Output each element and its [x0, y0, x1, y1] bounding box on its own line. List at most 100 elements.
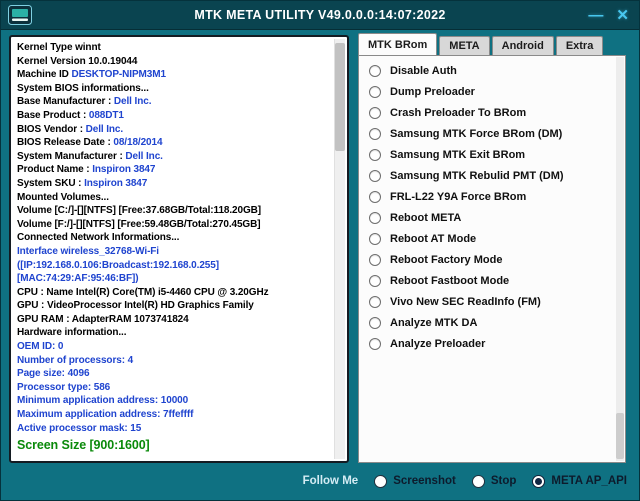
window-controls: — ✕ — [588, 1, 629, 29]
info-line: Base Product : 088DT1 — [17, 109, 124, 121]
option-reboot-factory-mode[interactable]: Reboot Factory Mode — [359, 249, 625, 270]
info-line: Machine ID DESKTOP-NIPM3M1 — [17, 69, 166, 81]
option-analyze-mtk-da[interactable]: Analyze MTK DA — [359, 312, 625, 333]
option-label: Reboot Factory Mode — [390, 253, 503, 266]
option-label: Reboot META — [390, 211, 462, 224]
radio-icon[interactable] — [374, 474, 388, 488]
options-scrollbar-thumb[interactable] — [616, 413, 624, 459]
system-info-panel: Kernel Type winnt Kernel Version 10.0.190… — [9, 35, 349, 463]
info-line: Page size: 4096 — [17, 368, 90, 380]
radio-icon[interactable] — [369, 148, 381, 161]
footer-radio-label: META AP_API — [551, 475, 627, 487]
radio-icon[interactable] — [369, 337, 381, 350]
footer-radio-label: Stop — [490, 475, 517, 487]
radio-icon[interactable] — [369, 316, 381, 329]
tab-strip: MTK BRom META Android Extra — [358, 33, 604, 55]
option-label: Analyze MTK DA — [390, 316, 478, 329]
info-line: Kernel Type winnt — [17, 42, 101, 53]
option-crash-preloader-to-brom[interactable]: Crash Preloader To BRom — [359, 102, 625, 123]
info-line: Number of processors: 4 — [17, 354, 134, 366]
option-label: Vivo New SEC ReadInfo (FM) — [390, 295, 541, 308]
info-line: OEM ID: 0 — [17, 341, 64, 353]
option-reboot-fastboot-mode[interactable]: Reboot Fastboot Mode — [359, 270, 625, 291]
info-line: BIOS Vendor : Dell Inc. — [17, 123, 124, 135]
footer-radio-stop[interactable]: Stop — [471, 474, 517, 488]
tab-extra[interactable]: Extra — [555, 36, 604, 55]
radio-icon[interactable] — [369, 64, 381, 77]
option-analyze-preloader[interactable]: Analyze Preloader — [359, 333, 625, 354]
tab-android[interactable]: Android — [491, 36, 554, 55]
info-line: Active processor mask: 15 — [17, 422, 142, 434]
radio-icon[interactable] — [369, 211, 381, 224]
info-line: System BIOS informations... — [17, 82, 149, 94]
radio-icon[interactable] — [369, 169, 381, 182]
info-line: Product Name : Inspiron 3847 — [17, 164, 156, 176]
option-label: Samsung MTK Exit BRom — [390, 148, 526, 161]
option-disable-auth[interactable]: Disable Auth — [359, 60, 625, 81]
info-line: Mounted Volumes... — [17, 191, 109, 203]
radio-icon[interactable] — [369, 85, 381, 98]
option-label: Reboot Fastboot Mode — [390, 274, 510, 287]
footer-radio-label: Screenshot — [393, 475, 456, 487]
option-label: Samsung MTK Force BRom (DM) — [390, 127, 563, 140]
option-label: Samsung MTK Rebulid PMT (DM) — [390, 169, 564, 182]
close-button[interactable]: ✕ — [616, 8, 629, 23]
option-label: Reboot AT Mode — [390, 232, 477, 245]
info-line: Maximum application address: 7ffeffff — [17, 409, 194, 421]
info-line: Hardware information... — [17, 327, 127, 339]
option-label: FRL-L22 Y9A Force BRom — [390, 190, 527, 203]
option-reboot-at-mode[interactable]: Reboot AT Mode — [359, 228, 625, 249]
option-samsung-mtk-exit-brom[interactable]: Samsung MTK Exit BRom — [359, 144, 625, 165]
info-line: Base Manufacturer : Dell Inc. — [17, 96, 152, 108]
info-scrollbar[interactable] — [334, 39, 345, 459]
title-bar: MTK META UTILITY V49.0.0.0:14:07:2022 — … — [1, 1, 639, 30]
info-line: Volume [F:/]-[][NTFS] [Free:59.48GB/Tota… — [17, 218, 261, 230]
info-line: GPU RAM : AdapterRAM 1073741824 — [17, 313, 189, 325]
option-reboot-meta[interactable]: Reboot META — [359, 207, 625, 228]
info-line: Kernel Version 10.0.19044 — [17, 55, 138, 67]
options-scrollbar[interactable] — [616, 57, 624, 461]
options-list: Disable Auth Dump Preloader Crash Preloade… — [359, 56, 625, 354]
info-line: Minimum application address: 10000 — [17, 395, 189, 407]
radio-icon[interactable] — [471, 474, 485, 488]
option-samsung-mtk-force-brom-dm-[interactable]: Samsung MTK Force BRom (DM) — [359, 123, 625, 144]
info-line: Interface wireless_32768-Wi-Fi ([IP:192.… — [17, 245, 219, 285]
option-dump-preloader[interactable]: Dump Preloader — [359, 81, 625, 102]
app-window: MTK META UTILITY V49.0.0.0:14:07:2022 — … — [0, 0, 640, 501]
tab-mtk-brom[interactable]: MTK BRom — [358, 33, 438, 55]
window-title: MTK META UTILITY V49.0.0.0:14:07:2022 — [194, 8, 446, 22]
info-line: GPU : VideoProcessor Intel(R) HD Graphic… — [17, 300, 254, 312]
option-label: Disable Auth — [390, 64, 457, 77]
info-line: Connected Network Informations... — [17, 232, 180, 244]
info-line: Volume [C:/]-[][NTFS] [Free:37.68GB/Tota… — [17, 205, 262, 217]
system-info-lines: Kernel Type winnt Kernel Version 10.0.190… — [17, 41, 331, 458]
info-line: Processor type: 586 — [17, 381, 111, 393]
footer-radio-screenshot[interactable]: Screenshot — [374, 474, 456, 488]
follow-me-label: Follow Me — [302, 475, 359, 487]
radio-icon[interactable] — [369, 190, 381, 203]
option-label: Analyze Preloader — [390, 337, 486, 350]
option-vivo-new-sec-readinfo-fm-[interactable]: Vivo New SEC ReadInfo (FM) — [359, 291, 625, 312]
option-label: Dump Preloader — [390, 85, 475, 98]
radio-icon[interactable] — [369, 295, 381, 308]
radio-icon[interactable] — [369, 253, 381, 266]
options-panel: Disable Auth Dump Preloader Crash Preloade… — [358, 55, 626, 463]
tab-meta[interactable]: META — [439, 36, 490, 55]
option-label: Crash Preloader To BRom — [390, 106, 527, 119]
footer-bar: Follow Me Screenshot Stop META AP_API — [1, 462, 639, 500]
info-line: Screen Size [900:1600] — [17, 438, 150, 453]
option-samsung-mtk-rebulid-pmt-dm-[interactable]: Samsung MTK Rebulid PMT (DM) — [359, 165, 625, 186]
footer-radio-group: Screenshot Stop META AP_API — [374, 474, 627, 488]
option-frl-l22-y9a-force-brom[interactable]: FRL-L22 Y9A Force BRom — [359, 186, 625, 207]
info-line: System Manufacturer : Dell Inc. — [17, 150, 163, 162]
radio-icon[interactable] — [369, 274, 381, 287]
radio-icon[interactable] — [369, 232, 381, 245]
info-scrollbar-thumb[interactable] — [335, 43, 345, 151]
info-line: CPU : Name Intel(R) Core(TM) i5-4460 CPU… — [17, 286, 269, 298]
radio-icon[interactable] — [532, 474, 546, 488]
footer-radio-meta-ap-api[interactable]: META AP_API — [532, 474, 627, 488]
info-line: BIOS Release Date : 08/18/2014 — [17, 137, 163, 149]
minimize-button[interactable]: — — [588, 8, 603, 23]
radio-icon[interactable] — [369, 127, 381, 140]
radio-icon[interactable] — [369, 106, 381, 119]
